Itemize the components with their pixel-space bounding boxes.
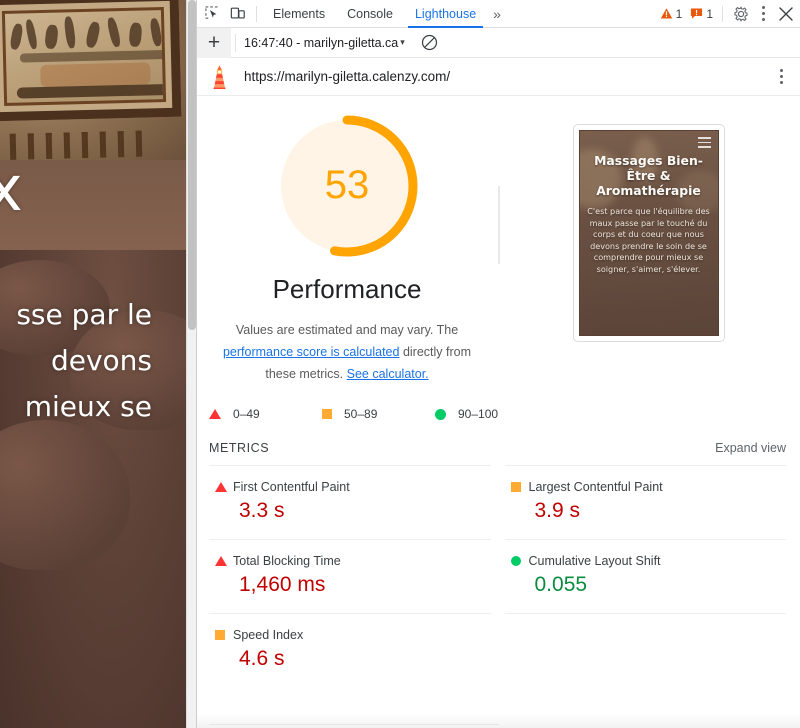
report-selector-label: 16:47:40 - marilyn-giletta.ca	[244, 36, 398, 50]
metric-total-blocking-time[interactable]: Total Blocking Time 1,460 ms	[209, 539, 491, 613]
metric-name: Total Blocking Time	[233, 554, 341, 568]
report-menu-icon[interactable]	[772, 66, 790, 88]
screenshot-column: Massages Bien-Être & Aromathérapie C'est…	[497, 110, 800, 385]
warning-count-badge[interactable]: 1	[656, 7, 687, 21]
legend-triangle-icon	[209, 409, 221, 419]
tab-console[interactable]: Console	[336, 0, 404, 28]
tab-lighthouse[interactable]: Lighthouse	[404, 0, 487, 28]
hero-line-2: devons	[0, 338, 152, 384]
screenshot-heading: Massages Bien-Être & Aromathérapie	[580, 153, 718, 198]
report-url: https://marilyn-giletta.calenzy.com/	[244, 69, 772, 84]
inspect-element-icon[interactable]	[199, 1, 225, 27]
score-calculation-link[interactable]: performance score is calculated	[223, 345, 399, 359]
see-calculator-link[interactable]: See calculator.	[347, 367, 429, 381]
new-report-button[interactable]: +	[197, 28, 231, 58]
lighthouse-report: 53 Performance Values are estimated and …	[197, 96, 800, 728]
device-toolbar-icon[interactable]	[225, 1, 251, 27]
gear-icon[interactable]	[728, 1, 754, 27]
expand-view-toggle[interactable]: Expand view	[715, 441, 786, 455]
wall-photo	[0, 0, 186, 165]
more-tabs-icon[interactable]: »	[487, 6, 507, 22]
no-entry-icon	[421, 34, 438, 51]
score-gauge-wrap: 53	[197, 112, 497, 260]
metrics-header: METRICS Expand view	[209, 441, 786, 455]
metric-value: 3.3 s	[239, 499, 491, 523]
final-screenshot-frame[interactable]: Massages Bien-Être & Aromathérapie C'est…	[573, 124, 725, 342]
score-description: Values are estimated and may vary. The p…	[197, 319, 497, 385]
metric-cumulative-layout-shift[interactable]: Cumulative Layout Shift 0.055	[505, 539, 787, 613]
score-column: 53 Performance Values are estimated and …	[197, 110, 497, 385]
hero-cropped-text: sse par le devons mieux se	[0, 292, 186, 430]
error-count-badge[interactable]: 1	[686, 7, 717, 21]
hero-line-1: sse par le	[0, 292, 152, 338]
metric-value: 3.9 s	[535, 499, 787, 523]
legend-label-average: 50–89	[344, 407, 377, 421]
metric-status-icon	[209, 556, 233, 566]
page-under-test[interactable]: x sse par le devons mieux se	[0, 0, 186, 728]
report-selector[interactable]: 16:47:40 - marilyn-giletta.ca ▾	[244, 36, 405, 50]
error-message-icon	[690, 7, 703, 20]
error-count: 1	[706, 7, 713, 21]
warning-count: 1	[676, 7, 683, 21]
devtools-panel: Elements Console Lighthouse » 1 1	[196, 0, 800, 728]
section-divider	[498, 186, 500, 264]
devtools-more-icon[interactable]	[754, 3, 772, 25]
toolbar-divider	[256, 6, 257, 22]
metric-largest-contentful-paint[interactable]: Largest Contentful Paint 3.9 s	[505, 465, 787, 539]
framed-artwork	[0, 0, 181, 121]
hero-line-3: mieux se	[0, 384, 152, 430]
legend-circle-icon	[435, 409, 446, 420]
warning-triangle-icon	[660, 7, 673, 20]
legend-item-average: 50–89	[322, 407, 435, 421]
hero-cropped-char: x	[0, 152, 23, 225]
report-bottom-rule	[209, 724, 499, 725]
metric-first-contentful-paint[interactable]: First Contentful Paint 3.3 s	[209, 465, 491, 539]
hamburger-icon	[698, 137, 711, 148]
score-desc-part1: Values are estimated and may vary. The	[236, 323, 458, 337]
metric-status-icon	[209, 482, 233, 492]
metric-name: Speed Index	[233, 628, 303, 642]
metrics-grid: First Contentful Paint 3.3 s Largest Con…	[209, 465, 786, 687]
page-scrollbar[interactable]	[186, 0, 196, 728]
artwork-canvas	[2, 7, 166, 106]
metric-value: 4.6 s	[239, 647, 491, 671]
lighthouse-icon	[209, 64, 230, 90]
lighthouse-report-bar: + 16:47:40 - marilyn-giletta.ca ▾	[197, 28, 800, 58]
metric-name: First Contentful Paint	[233, 480, 350, 494]
legend-label-fail: 0–49	[233, 407, 260, 421]
badge-divider	[722, 6, 723, 22]
final-screenshot: Massages Bien-Être & Aromathérapie C'est…	[579, 130, 719, 336]
metrics-section-title: METRICS	[209, 441, 269, 455]
metric-value: 1,460 ms	[239, 573, 491, 597]
metric-status-icon	[505, 556, 529, 566]
score-legend: 0–49 50–89 90–100	[209, 407, 800, 421]
clear-reports-button[interactable]	[419, 32, 441, 54]
performance-score-gauge: 53	[273, 112, 421, 260]
metric-status-icon	[505, 482, 529, 492]
metric-status-icon	[209, 630, 233, 640]
tab-elements[interactable]: Elements	[262, 0, 336, 28]
legend-label-pass: 90–100	[458, 407, 498, 421]
chevron-down-icon: ▾	[400, 37, 405, 48]
devtools-tabstrip: Elements Console Lighthouse » 1 1	[197, 0, 800, 28]
report-top-section: 53 Performance Values are estimated and …	[197, 96, 800, 385]
legend-item-fail: 0–49	[209, 407, 322, 421]
metric-name: Cumulative Layout Shift	[529, 554, 661, 568]
page-scrollbar-thumb[interactable]	[188, 0, 196, 330]
metric-name: Largest Contentful Paint	[529, 480, 663, 494]
report-url-bar: https://marilyn-giletta.calenzy.com/	[197, 58, 800, 96]
metric-placeholder	[505, 613, 787, 687]
close-icon[interactable]	[772, 1, 800, 27]
legend-item-pass: 90–100	[435, 407, 548, 421]
metric-value: 0.055	[535, 573, 787, 597]
metric-speed-index[interactable]: Speed Index 4.6 s	[209, 613, 491, 687]
reportbar-divider	[235, 34, 236, 52]
performance-score-value: 53	[325, 163, 370, 207]
legend-square-icon	[322, 409, 332, 419]
score-category-title: Performance	[197, 274, 497, 305]
screenshot-paragraph: C'est parce que l'équilibre des maux pas…	[580, 206, 718, 275]
